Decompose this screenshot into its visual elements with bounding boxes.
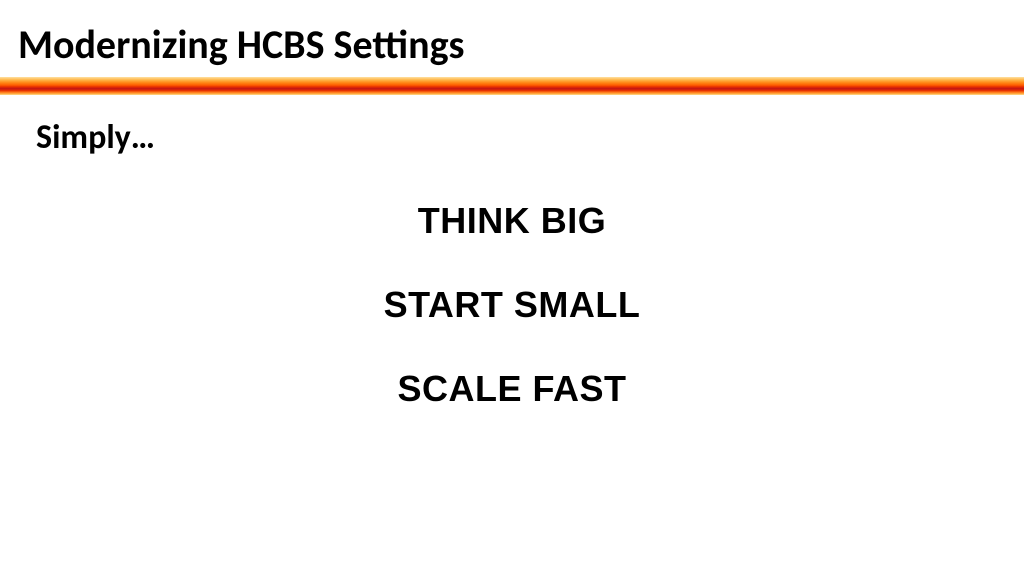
divider-bar — [0, 77, 1024, 95]
subheading: Simply… — [0, 95, 1024, 158]
slide-title: Modernizing HCBS Settings — [0, 0, 1024, 77]
center-content: THINK BIG START SMALL SCALE FAST — [0, 200, 1024, 410]
line-scale-fast: SCALE FAST — [0, 368, 1024, 410]
line-start-small: START SMALL — [0, 284, 1024, 326]
line-think-big: THINK BIG — [0, 200, 1024, 242]
